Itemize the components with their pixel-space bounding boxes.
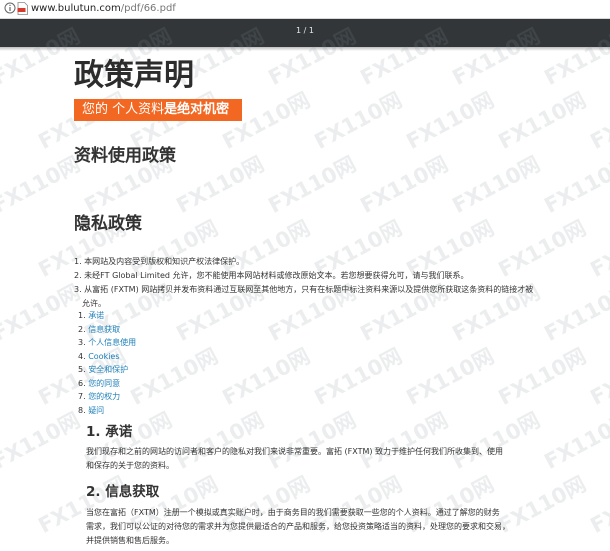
toc-link[interactable]: 安全和保护 [88, 365, 128, 374]
pdf-viewer-toolbar: 1 / 1 [0, 19, 610, 51]
section-heading-privacy: 隐私政策 [74, 214, 142, 234]
watermark-text: FX110网 [310, 87, 406, 154]
toc-item-personal-info-use[interactable]: 3. 个人信息使用 [78, 336, 136, 350]
info-icon[interactable] [4, 2, 16, 14]
url-text[interactable]: www.bulutun.com/pdf/66.pdf [31, 2, 176, 15]
watermark-text: FX110网 [586, 87, 610, 154]
section-heading-info-collection: 2. 信息获取 [86, 484, 160, 500]
watermark-text: FX110网 [126, 343, 222, 410]
toc-link[interactable]: 承诺 [88, 311, 104, 320]
pdf-page: FX110网 FX110网 FX110网 FX110网 FX110网 FX110网 FX11… [0, 24, 610, 551]
watermark-text: FX110网 [586, 343, 610, 410]
watermark-text: FX110网 [0, 407, 84, 474]
toc-num: 7. [78, 392, 86, 401]
commitment-paragraph: 我们现存和之前的网站的访问者和客户的隐私对我们来说非常重要。富拓 (FXTM) … [86, 445, 556, 473]
info-collection-paragraph: 当您在富拓（FXTM）注册一个模拟或真实账户时，由于商务目的我们需要获取一些您的… [86, 506, 556, 548]
url-path: /pdf/66.pdf [120, 3, 176, 14]
banner-bold-text: 是绝对机密 [164, 102, 230, 117]
toc-num: 2. [78, 324, 86, 334]
toc-num: 5. [78, 365, 86, 374]
toc-num: 1. [78, 311, 86, 320]
watermark-text: FX110网 [586, 471, 610, 538]
paragraph-line: 当您在富拓（FXTM）注册一个模拟或真实账户时，由于商务目的我们需要获取一些您的… [86, 508, 500, 517]
watermark-text: FX110网 [494, 343, 590, 410]
paragraph-line: 我们现存和之前的网站的访问者和客户的隐私对我们来说非常重要。富拓 (FXTM) … [86, 447, 504, 456]
watermark-text: FX110网 [172, 151, 268, 218]
watermark-text: FX110网 [402, 87, 498, 154]
banner-normal-text: 您的 个人资料 [82, 102, 165, 117]
table-of-contents: 1. 承诺 2. 信息获取 3. 个人信息使用 4. Cookies 5. 安全… [78, 309, 136, 417]
watermark-text: FX110网 [356, 151, 452, 218]
toc-num: 4. [78, 351, 86, 361]
toc-link[interactable]: 疑问 [88, 406, 104, 415]
toc-item-consent[interactable]: 6. 您的同意 [78, 377, 136, 391]
confidential-banner: 您的 个人资料是绝对机密 [74, 99, 242, 121]
toc-item-rights[interactable]: 7. 您的权力 [78, 390, 136, 404]
pdf-file-icon [17, 2, 28, 15]
watermark-text: FX110网 [0, 151, 84, 218]
address-bar[interactable]: www.bulutun.com/pdf/66.pdf [0, 0, 610, 19]
watermark-text: FX110网 [448, 151, 544, 218]
url-domain: www.bulutun.com [31, 3, 121, 14]
toc-item-info-collection[interactable]: 2. 信息获取 [78, 323, 136, 337]
watermark-text: FX110网 [218, 343, 314, 410]
page-title: 政策声明 [74, 58, 194, 93]
section-heading-usage: 资料使用政策 [74, 146, 176, 166]
policy-point: 1. 本网站及内容受到版权和知识产权法律保护。 [74, 257, 245, 266]
watermark-text: FX110网 [310, 343, 406, 410]
watermark-text: FX110网 [494, 87, 590, 154]
policy-point: 3. 从富拓 (FXTM) 网站拷贝并发布资料通过互联网至其他地方，只有在标题中… [74, 285, 534, 294]
toc-item-cookies[interactable]: 4. Cookies [78, 350, 136, 364]
watermark-text: FX110网 [0, 279, 84, 346]
watermark-text: FX110网 [540, 151, 610, 218]
policy-point-continuation: 允许。 [82, 299, 106, 308]
toc-item-questions[interactable]: 8. 疑问 [78, 404, 136, 418]
policy-points-list: 1. 本网站及内容受到版权和知识产权法律保护。 2. 未经FT Global L… [74, 255, 564, 311]
toc-item-security[interactable]: 5. 安全和保护 [78, 363, 136, 377]
watermark-text: FX110网 [586, 215, 610, 282]
page-indicator: 1 / 1 [296, 26, 314, 35]
watermark-text: FX110网 [264, 151, 360, 218]
watermark-text: FX110网 [402, 343, 498, 410]
toc-link[interactable]: 信息获取 [88, 325, 120, 334]
toc-num: 8. [78, 405, 86, 415]
toc-num: 6. [78, 378, 86, 388]
policy-point: 2. 未经FT Global Limited 允许，您不能使用本网站材料或修改原… [74, 271, 469, 280]
toc-link[interactable]: Cookies [88, 352, 119, 361]
toc-link[interactable]: 个人信息使用 [88, 338, 136, 347]
toc-link[interactable]: 您的同意 [88, 379, 120, 388]
section-heading-commitment: 1. 承诺 [86, 424, 133, 440]
toc-item-commitment[interactable]: 1. 承诺 [78, 309, 136, 323]
paragraph-line: 并提供销售和售后服务。 [86, 536, 174, 545]
paragraph-line: 和保存的关于您的资料。 [86, 461, 174, 470]
paragraph-line: 需求，我们可以公证的对待您的需求并为您提供最适合的产品和服务，给您投资策略适当的… [86, 522, 510, 531]
toc-link[interactable]: 您的权力 [88, 392, 120, 401]
toc-num: 3. [78, 338, 86, 347]
